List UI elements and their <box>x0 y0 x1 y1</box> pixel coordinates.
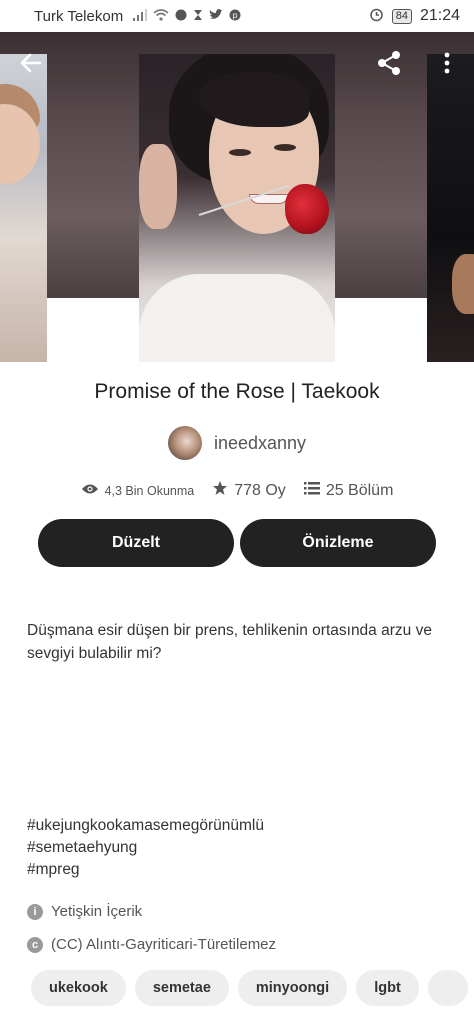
tag-chip[interactable]: minyoongi <box>237 970 348 1006</box>
cover-art <box>285 184 329 234</box>
status-bar: Turk Telekom p 84 21:24 <box>0 0 474 32</box>
content-rating: i Yetişkin İçerik <box>27 903 447 920</box>
status-icons: p <box>133 8 241 24</box>
hashtag: #mpreg <box>27 861 80 878</box>
carrier-name: Turk Telekom <box>34 7 124 25</box>
edit-button[interactable]: Düzelt <box>38 519 234 567</box>
cover-art <box>139 144 177 229</box>
share-button[interactable] <box>374 50 404 80</box>
tag-chip-overflow[interactable] <box>427 970 468 1006</box>
star-icon <box>212 480 228 501</box>
previous-story-cover[interactable] <box>0 54 47 362</box>
votes-count: 778 Oy <box>234 481 286 499</box>
preview-button[interactable]: Önizleme <box>240 519 436 567</box>
twitter-icon <box>209 8 224 24</box>
license-label: (CC) Alıntı-Gayriticari-Türetilemez <box>51 936 277 953</box>
battery-indicator: 84 <box>391 8 412 24</box>
clock: 21:24 <box>419 7 460 24</box>
back-arrow-icon <box>20 53 42 78</box>
author-name[interactable]: ineedxanny <box>214 433 306 454</box>
cover-art <box>274 144 296 151</box>
copyright-icon: c <box>27 936 43 953</box>
story-title: Promise of the Rose | Taekook <box>94 380 380 403</box>
cover-art <box>229 149 251 156</box>
cover-art <box>139 274 335 362</box>
back-button[interactable] <box>16 50 46 80</box>
tag-chip[interactable]: lgbt <box>356 970 419 1006</box>
list-icon <box>303 481 320 500</box>
story-hashtags: #ukejungkookamasemegörünümlü #semetaehyu… <box>27 815 264 881</box>
wifi-icon <box>153 8 169 24</box>
alarm-icon <box>369 7 384 26</box>
tag-chips: ukekook semetae minyoongi lgbt <box>31 970 474 1006</box>
more-options-button[interactable] <box>432 50 462 80</box>
votes-stat: 778 Oy <box>212 480 286 501</box>
content-rating-label: Yetişkin İçerik <box>51 903 143 920</box>
story-stats: 4,3 Bin Okunma 778 Oy 25 Bölüm <box>0 480 474 501</box>
signal-icon <box>133 8 148 24</box>
parts-count: 25 Bölüm <box>325 481 394 499</box>
eye-icon <box>81 482 99 500</box>
info-icon: i <box>27 903 43 920</box>
hashtag: #ukejungkookamasemegörünümlü <box>27 817 264 834</box>
pinterest-icon: p <box>229 9 241 24</box>
author-row[interactable]: ineedxanny <box>0 426 474 460</box>
tag-chip[interactable]: semetae <box>134 970 229 1006</box>
app-notification-icon <box>175 9 187 24</box>
next-story-cover[interactable] <box>427 54 474 362</box>
author-avatar[interactable] <box>167 426 202 460</box>
share-icon <box>375 49 403 82</box>
parts-stat: 25 Bölüm <box>303 481 394 500</box>
cover-art <box>452 254 474 314</box>
more-vertical-icon <box>444 52 450 79</box>
story-description: Düşmana esir düşen bir prens, tehlikenin… <box>27 622 432 662</box>
license-info[interactable]: c (CC) Alıntı-Gayriticari-Türetilemez <box>27 936 447 953</box>
reads-count: 4,3 Bin Okunma <box>104 483 195 498</box>
story-actions: Düzelt Önizleme <box>38 519 436 567</box>
tag-chip[interactable]: ukekook <box>31 970 126 1006</box>
svg-text:p: p <box>233 11 238 20</box>
hashtag: #semetaehyung <box>27 839 138 856</box>
story-cover-carousel[interactable] <box>0 32 474 362</box>
hourglass-icon <box>193 9 203 24</box>
story-cover-image[interactable] <box>139 54 335 362</box>
reads-stat: 4,3 Bin Okunma <box>81 482 195 500</box>
